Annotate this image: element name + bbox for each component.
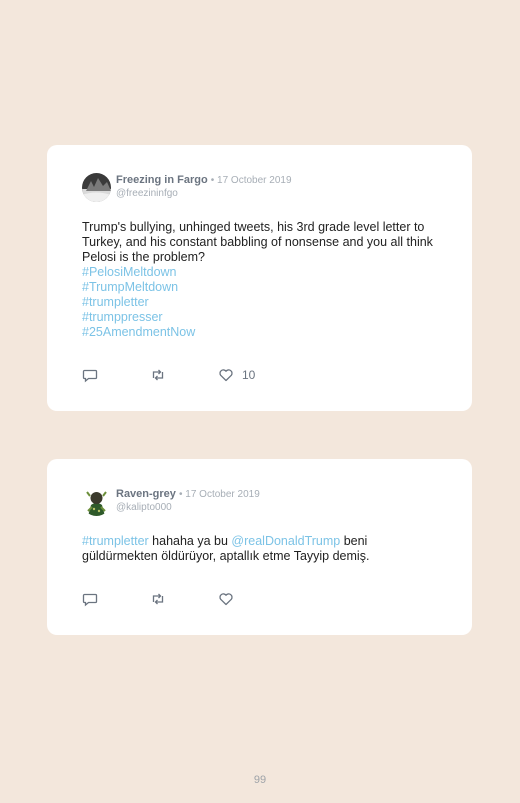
author-handle[interactable]: @kalipto000 (116, 502, 172, 513)
hashtag[interactable]: #trumpletter (82, 295, 442, 310)
tweet-date: • 17 October 2019 (210, 175, 292, 186)
hashtag[interactable]: #25AmendmentNow (82, 325, 442, 340)
tweet-header: Raven-grey • 17 October 2019 (116, 488, 260, 500)
mention[interactable]: @realDonaldTrump (231, 534, 340, 548)
hashtag[interactable]: #PelosiMeltdown (82, 265, 442, 280)
like-icon[interactable] (218, 367, 234, 383)
hashtag[interactable]: #trumpletter (82, 534, 149, 548)
avatar[interactable] (82, 487, 111, 516)
page-number: 99 (253, 774, 267, 786)
hashtag[interactable]: #TrumpMeltdown (82, 280, 442, 295)
avatar[interactable] (82, 173, 111, 202)
tweet-header: Freezing in Fargo • 17 October 2019 (116, 174, 292, 186)
tweet-text: #trumpletter hahaha ya bu @realDonaldTru… (82, 534, 442, 564)
retweet-icon[interactable] (150, 367, 166, 383)
tweet-card: Freezing in Fargo • 17 October 2019 @fre… (47, 145, 472, 411)
author-name[interactable]: Freezing in Fargo (116, 174, 208, 186)
reply-icon[interactable] (82, 591, 98, 607)
tweet-actions: 10 (82, 367, 282, 383)
tweet-actions (82, 591, 282, 607)
tweet-text: Trump's bullying, unhinged tweets, his 3… (82, 220, 442, 340)
tweet-body: Trump's bullying, unhinged tweets, his 3… (82, 220, 433, 264)
tweet-body: hahaha ya bu (148, 534, 232, 548)
reply-icon[interactable] (82, 367, 98, 383)
hashtag[interactable]: #trumppresser (82, 310, 442, 325)
author-name[interactable]: Raven-grey (116, 488, 176, 500)
retweet-icon[interactable] (150, 591, 166, 607)
tweet-date: • 17 October 2019 (178, 489, 260, 500)
tweet-card: Raven-grey • 17 October 2019 @kalipto000… (47, 459, 472, 635)
author-handle[interactable]: @freezininfgo (116, 188, 178, 199)
like-count: 10 (242, 368, 256, 382)
like-icon[interactable] (218, 591, 234, 607)
